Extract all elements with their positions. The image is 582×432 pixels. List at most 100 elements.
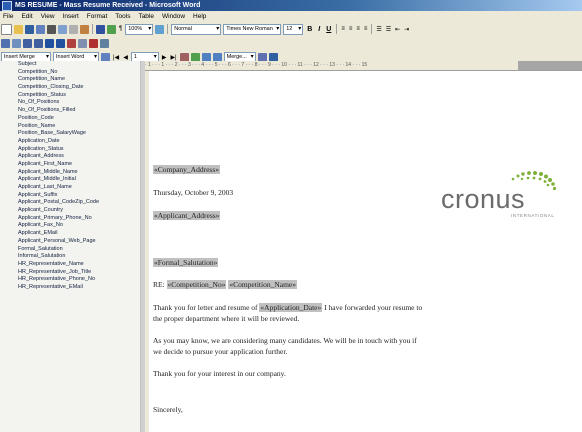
paragraph-3: Thank you for your interest in our compa… xyxy=(153,369,286,378)
toolbar-separator xyxy=(336,24,338,34)
style-select[interactable]: Normal xyxy=(171,23,222,35)
paragraph-2-line-2: we decide to pursue your application fur… xyxy=(153,347,288,356)
zoom-select[interactable]: 100% xyxy=(125,23,154,35)
new-document-icon[interactable] xyxy=(1,23,12,35)
standard-toolbar: ¶ 100% Normal Times New Roman 12 B I U ≡… xyxy=(0,22,582,36)
merge-field-item[interactable]: Position_Name xyxy=(0,123,140,131)
merge-field-item[interactable]: Subject xyxy=(0,61,140,69)
decrease-indent-icon[interactable]: ⇤ xyxy=(395,26,400,33)
insert-hyperlink-icon[interactable] xyxy=(107,24,116,34)
merge-field-item[interactable]: HR_Representative_Job_Title xyxy=(0,269,140,277)
open-folder-icon[interactable] xyxy=(14,24,23,34)
merge-field-item[interactable]: Applicant_Fax_No xyxy=(0,222,140,230)
menu-file[interactable]: File xyxy=(3,13,13,20)
merge-cells-icon[interactable] xyxy=(78,38,87,48)
menu-bar: File Edit View Insert Format Tools Table… xyxy=(0,11,582,22)
merge-field-item[interactable]: Application_Status xyxy=(0,146,140,154)
numbering-icon[interactable]: ☰ xyxy=(376,26,381,33)
autosum-icon[interactable] xyxy=(67,38,76,48)
paragraph-2-line-1: As you may know, we are considering many… xyxy=(153,336,417,345)
merge-field-item[interactable]: HR_Representative_Name xyxy=(0,261,140,269)
print-preview-icon[interactable] xyxy=(58,24,67,34)
insert-rows-icon[interactable] xyxy=(23,38,32,48)
bullets-icon[interactable]: ☰ xyxy=(386,26,391,33)
increase-indent-icon[interactable]: ⇥ xyxy=(404,26,409,33)
last-record-icon[interactable]: ▶| xyxy=(170,54,176,61)
paragraph-1-start: Thank you for letter and resume of xyxy=(153,303,260,312)
font-size-select[interactable]: 12 xyxy=(283,23,304,35)
merge-field-item[interactable]: Applicant_Address xyxy=(0,153,140,161)
menu-format[interactable]: Format xyxy=(87,13,108,20)
applicant-address-line: «Applicant_Address» xyxy=(153,211,221,220)
help-icon[interactable] xyxy=(155,24,165,34)
merge-field-item[interactable]: Applicant_Primary_Phone_No xyxy=(0,215,140,223)
bold-button[interactable]: B xyxy=(307,26,312,33)
merge-field-item[interactable]: Competition_Name xyxy=(0,76,140,84)
word-app-icon[interactable] xyxy=(2,1,12,11)
merge-field-item[interactable]: Competition_No xyxy=(0,69,140,77)
merge-field-item[interactable]: Applicant_Personal_Web_Page xyxy=(0,238,140,246)
sort-ascending-icon[interactable] xyxy=(45,38,54,48)
italic-button[interactable]: I xyxy=(318,26,320,33)
copy-icon[interactable] xyxy=(69,24,78,34)
merge-field-item[interactable]: Informal_Salutation xyxy=(0,253,140,261)
merge-field-item[interactable]: Applicant_Middle_Initial xyxy=(0,176,140,184)
insert-columns-icon[interactable] xyxy=(34,38,43,48)
merge-field-item[interactable]: Application_Date xyxy=(0,138,140,146)
show-formatting-icon[interactable]: ¶ xyxy=(119,26,122,32)
merge-field-item[interactable]: Applicant_Middle_Name xyxy=(0,169,140,177)
menu-help[interactable]: Help xyxy=(193,13,206,20)
merge-field-item[interactable]: HR_Representative_Phone_No xyxy=(0,276,140,284)
menu-window[interactable]: Window xyxy=(162,13,185,20)
insert-table-icon[interactable] xyxy=(1,38,10,48)
email-icon[interactable] xyxy=(36,24,45,34)
print-icon[interactable] xyxy=(47,24,56,34)
menu-view[interactable]: View xyxy=(41,13,55,20)
horizontal-ruler[interactable]: · 1 · · · 1 · · · 2 · · · 3 · · · 4 · · … xyxy=(145,61,582,71)
merge-field-item[interactable]: Applicant_EMail xyxy=(0,230,140,238)
menu-table[interactable]: Table xyxy=(138,13,154,20)
save-icon[interactable] xyxy=(25,24,34,34)
menu-tools[interactable]: Tools xyxy=(115,13,130,20)
merge-field-competition-name[interactable]: «Competition_Name» xyxy=(228,280,298,289)
merge-field-list: Subject Competition_No Competition_Name … xyxy=(0,61,141,432)
next-record-icon[interactable]: ▶ xyxy=(162,54,167,61)
merge-field-item[interactable]: Competition_Closing_Date xyxy=(0,84,140,92)
first-record-icon[interactable]: |◀ xyxy=(113,54,119,61)
merge-field-item[interactable]: HR_Representative_EMail xyxy=(0,284,140,292)
merge-field-item[interactable]: Formal_Salutation xyxy=(0,246,140,254)
merge-field-item[interactable]: Position_Base_SalaryWage xyxy=(0,130,140,138)
menu-insert[interactable]: Insert xyxy=(63,13,79,20)
align-center-icon[interactable]: ≡ xyxy=(349,26,353,32)
previous-record-icon[interactable]: ◀ xyxy=(123,54,128,61)
merge-field-item[interactable]: Applicant_Last_Name xyxy=(0,184,140,192)
merge-field-item[interactable]: Applicant_Postal_CodeZip_Code xyxy=(0,199,140,207)
merge-field-item[interactable]: No_Of_Positions_Filled xyxy=(0,107,140,115)
document-page[interactable]: «Company_Address» Thursday, October 9, 2… xyxy=(149,71,582,432)
undo-icon[interactable] xyxy=(96,24,105,34)
merge-field-item[interactable]: No_Of_Positions xyxy=(0,99,140,107)
font-select[interactable]: Times New Roman xyxy=(223,23,282,35)
underline-button[interactable]: U xyxy=(326,26,331,33)
justify-icon[interactable]: ≡ xyxy=(364,26,368,32)
merge-field-competition-no[interactable]: «Competition_No» xyxy=(166,280,227,289)
merge-field-item[interactable]: Position_Code xyxy=(0,115,140,123)
sort-descending-icon[interactable] xyxy=(56,38,65,48)
align-right-icon[interactable]: ≡ xyxy=(356,26,360,32)
merge-field-item[interactable]: Applicant_Suffix xyxy=(0,192,140,200)
draw-table-icon[interactable] xyxy=(12,38,21,48)
merge-field-applicant-address[interactable]: «Applicant_Address» xyxy=(153,211,221,220)
merge-field-item[interactable]: Competition_Status xyxy=(0,92,140,100)
paste-icon[interactable] xyxy=(80,24,89,34)
merge-field-item[interactable]: Applicant_Country xyxy=(0,207,140,215)
merge-field-formal-salutation[interactable]: «Formal_Salutation» xyxy=(153,258,219,267)
menu-edit[interactable]: Edit xyxy=(21,13,32,20)
align-left-icon[interactable]: ≡ xyxy=(341,26,345,32)
merge-field-item[interactable]: Applicant_First_Name xyxy=(0,161,140,169)
borders-icon[interactable] xyxy=(100,38,109,48)
title-bar: MS RESUME - Mass Resume Received - Micro… xyxy=(0,0,582,11)
merge-field-company-address[interactable]: «Company_Address» xyxy=(153,165,220,174)
merge-field-application-date[interactable]: «Application_Date» xyxy=(259,303,323,312)
date-line: Thursday, October 9, 2003 xyxy=(153,188,234,197)
table-autoformat-icon[interactable] xyxy=(89,38,98,48)
